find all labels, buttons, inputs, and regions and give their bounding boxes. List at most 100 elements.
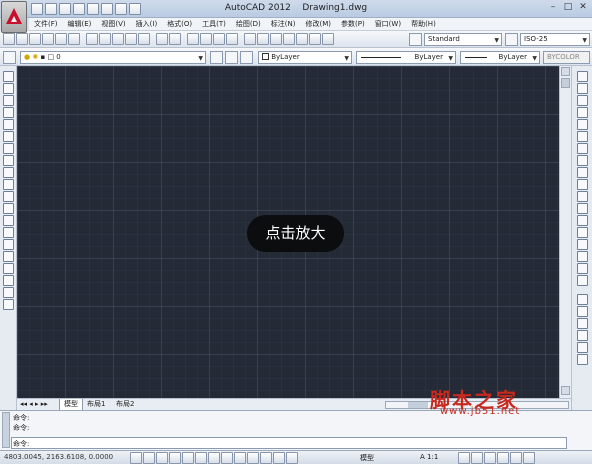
polar-tracking-icon[interactable]	[169, 452, 181, 464]
3d-object-snap-icon[interactable]	[195, 452, 207, 464]
fillet-icon[interactable]	[576, 251, 588, 262]
break-icon[interactable]	[576, 215, 588, 226]
rectangle-icon[interactable]	[2, 119, 14, 130]
trim-icon[interactable]	[576, 179, 588, 190]
erase-icon[interactable]	[576, 71, 588, 82]
layer-state-icon[interactable]	[240, 51, 253, 64]
vertical-scrollbar[interactable]	[559, 66, 571, 398]
new-icon[interactable]	[3, 33, 15, 45]
array-icon[interactable]	[576, 119, 588, 130]
maximize-icon[interactable]: □	[561, 2, 575, 14]
region-icon[interactable]	[2, 263, 14, 274]
annotation-visibility-icon[interactable]	[458, 452, 470, 464]
scale-icon[interactable]	[576, 155, 588, 166]
dims-front-icon[interactable]	[576, 354, 588, 365]
spline-icon[interactable]	[2, 167, 14, 178]
calculator-icon[interactable]	[309, 33, 321, 45]
polygon-icon[interactable]	[2, 107, 14, 118]
preview-icon[interactable]	[55, 33, 67, 45]
paste-icon[interactable]	[112, 33, 124, 45]
publish-icon[interactable]	[68, 33, 80, 45]
block-icon[interactable]	[138, 33, 150, 45]
menu-edit[interactable]: 编辑(E)	[63, 18, 97, 30]
hatch-icon[interactable]	[2, 239, 14, 250]
ellipse-icon[interactable]	[2, 179, 14, 190]
gradient-icon[interactable]	[2, 251, 14, 262]
workspace-switching-icon[interactable]	[471, 452, 483, 464]
grid-display-icon[interactable]	[143, 452, 155, 464]
explode-icon[interactable]	[576, 275, 588, 286]
help-icon[interactable]	[322, 33, 334, 45]
minimize-icon[interactable]: –	[546, 2, 560, 14]
properties-icon[interactable]	[244, 33, 256, 45]
transparency-icon[interactable]	[260, 452, 272, 464]
layer-select[interactable]: ● ✺ ▪ □ 0 ▼	[20, 51, 206, 64]
make-block-icon[interactable]	[2, 215, 14, 226]
insert-block-icon[interactable]	[2, 203, 14, 214]
layer-manager-icon[interactable]	[3, 51, 16, 64]
zoom-realtime-icon[interactable]	[200, 33, 212, 45]
sheet-set-icon[interactable]	[283, 33, 295, 45]
scroll-up-icon[interactable]	[561, 67, 570, 76]
selection-cycling-icon[interactable]	[286, 452, 298, 464]
color-select[interactable]: ByLayer ▼	[258, 51, 352, 64]
menu-modify[interactable]: 修改(M)	[300, 18, 336, 30]
object-snap-tracking-icon[interactable]	[208, 452, 220, 464]
draw-order-back-icon[interactable]	[576, 306, 588, 317]
markup-icon[interactable]	[296, 33, 308, 45]
break-at-point-icon[interactable]	[576, 203, 588, 214]
match-icon[interactable]	[125, 33, 137, 45]
scroll-down-icon[interactable]	[561, 386, 570, 395]
lineweight-select[interactable]: ByLayer ▼	[460, 51, 540, 64]
command-input[interactable]: 命令:	[11, 437, 567, 449]
hardware-acceleration-icon[interactable]	[497, 452, 509, 464]
menu-tools[interactable]: 工具(T)	[197, 18, 231, 30]
rotate-icon[interactable]	[576, 143, 588, 154]
menu-view[interactable]: 视图(V)	[96, 18, 130, 30]
point-icon[interactable]	[2, 227, 14, 238]
copy-icon[interactable]	[99, 33, 111, 45]
bring-above-icon[interactable]	[576, 318, 588, 329]
circle-icon[interactable]	[2, 143, 14, 154]
dim-style-icon[interactable]	[505, 33, 518, 46]
arc-icon[interactable]	[2, 131, 14, 142]
menu-parameters[interactable]: 参数(P)	[336, 18, 370, 30]
menu-dimension[interactable]: 标注(N)	[266, 18, 301, 30]
tab-navigation-icons[interactable]: ◂◂ ◂ ▸ ▸▸	[20, 399, 48, 410]
clean-screen-icon[interactable]	[523, 452, 535, 464]
pan-icon[interactable]	[187, 33, 199, 45]
make-current-icon[interactable]	[210, 51, 223, 64]
coordinates-readout[interactable]: 4803.0045, 2163.6108, 0.0000	[4, 453, 113, 461]
command-window-grip[interactable]	[2, 412, 10, 448]
ellipse-arc-icon[interactable]	[2, 191, 14, 202]
application-menu-button[interactable]	[1, 1, 27, 33]
ortho-mode-icon[interactable]	[156, 452, 168, 464]
move-icon[interactable]	[576, 131, 588, 142]
menu-format[interactable]: 格式(O)	[162, 18, 197, 30]
snap-mode-icon[interactable]	[130, 452, 142, 464]
text-style-icon[interactable]	[409, 33, 422, 46]
extend-icon[interactable]	[576, 191, 588, 202]
menu-draw[interactable]: 绘图(D)	[231, 18, 266, 30]
linetype-select[interactable]: ByLayer ▼	[356, 51, 456, 64]
zoom-window-icon[interactable]	[213, 33, 225, 45]
chamfer-icon[interactable]	[576, 239, 588, 250]
dynamic-ucs-icon[interactable]	[221, 452, 233, 464]
join-icon[interactable]	[576, 227, 588, 238]
dynamic-input-icon[interactable]	[234, 452, 246, 464]
draw-order-front-icon[interactable]	[576, 294, 588, 305]
line-icon[interactable]	[2, 71, 14, 82]
object-snap-icon[interactable]	[182, 452, 194, 464]
stretch-icon[interactable]	[576, 167, 588, 178]
annotation-scale[interactable]: A 1:1	[420, 453, 438, 461]
send-under-icon[interactable]	[576, 330, 588, 341]
quick-properties-icon[interactable]	[273, 452, 285, 464]
table-icon[interactable]	[2, 275, 14, 286]
print-icon[interactable]	[42, 33, 54, 45]
multiline-text-icon[interactable]	[2, 287, 14, 298]
close-icon[interactable]: ✕	[576, 2, 590, 14]
polyline-icon[interactable]	[2, 95, 14, 106]
menu-file[interactable]: 文件(F)	[29, 18, 63, 30]
layer-previous-icon[interactable]	[225, 51, 238, 64]
zoom-previous-icon[interactable]	[226, 33, 238, 45]
